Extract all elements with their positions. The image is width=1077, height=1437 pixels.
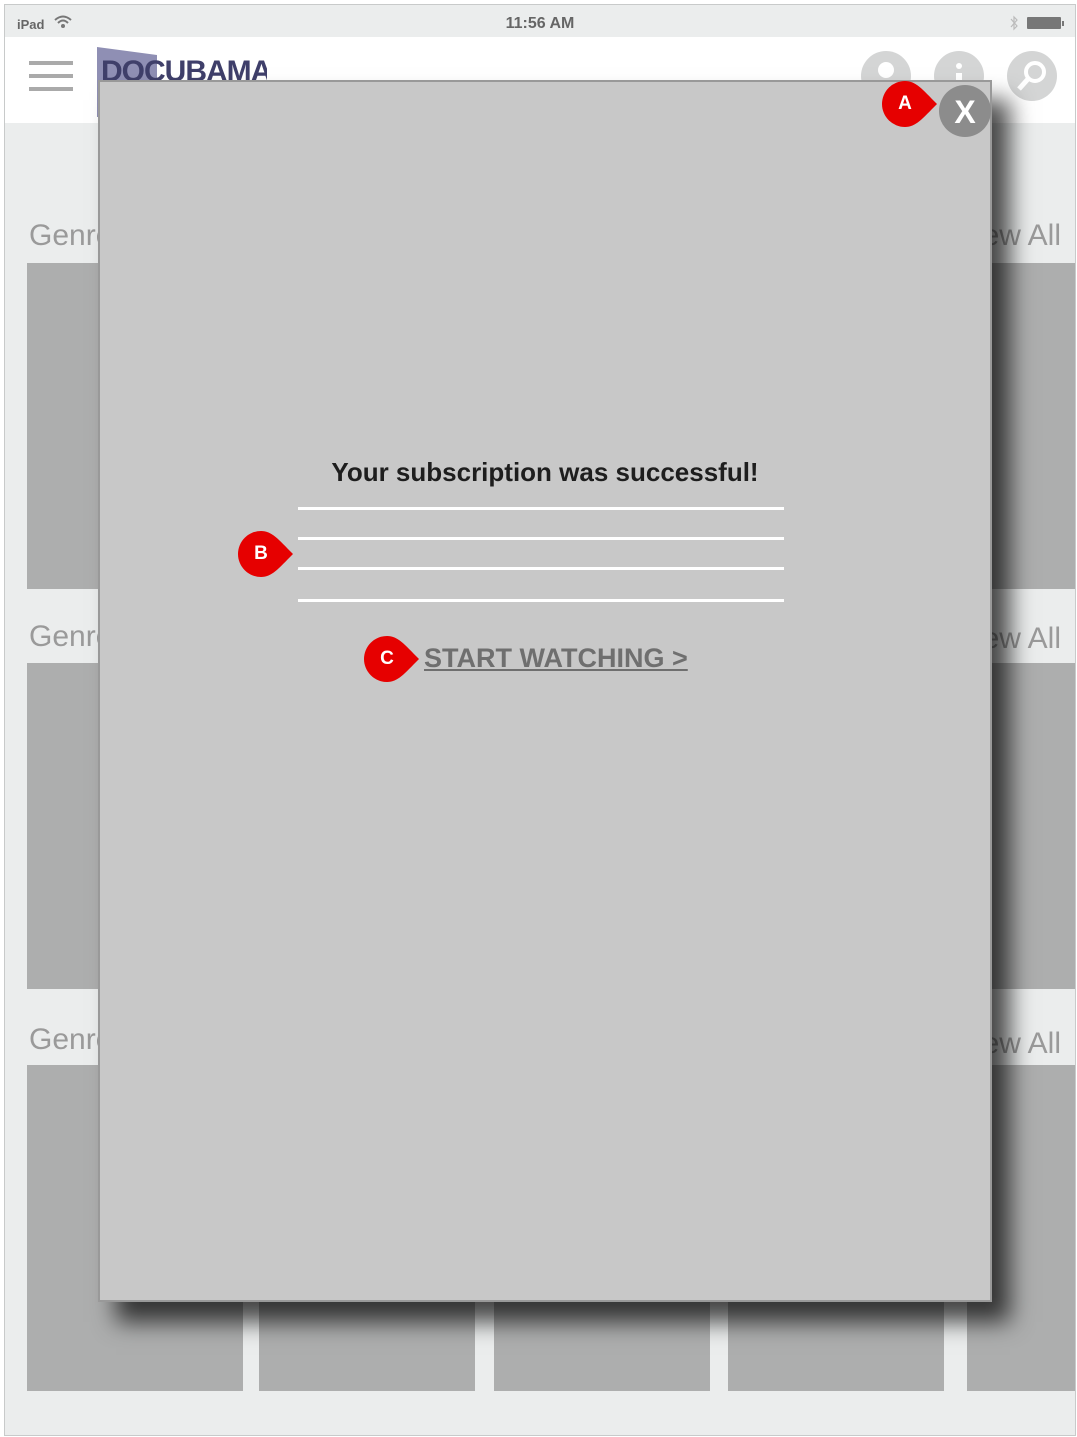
start-watching-link[interactable]: START WATCHING > [424, 643, 688, 674]
battery-icon [1027, 17, 1064, 29]
status-time: 11:56 AM [505, 15, 575, 32]
text-placeholder-line [298, 507, 784, 510]
annotation-marker-b: B [238, 531, 293, 577]
menu-icon[interactable] [29, 61, 73, 97]
annotation-marker-c: C [364, 636, 419, 682]
annotation-marker-a: A [882, 81, 937, 127]
ipad-frame: iPad 11:56 AM DOCUBAMA Genre View All Ge… [4, 4, 1076, 1436]
subscription-success-modal [98, 80, 992, 1302]
text-placeholder-line [298, 567, 784, 570]
text-placeholder-line [298, 599, 784, 602]
modal-title: Your subscription was successful! [331, 457, 759, 487]
bluetooth-icon [1010, 15, 1018, 31]
text-placeholder-line [298, 537, 784, 540]
search-icon[interactable] [1007, 51, 1057, 101]
status-bar: iPad 11:56 AM [5, 5, 1075, 37]
